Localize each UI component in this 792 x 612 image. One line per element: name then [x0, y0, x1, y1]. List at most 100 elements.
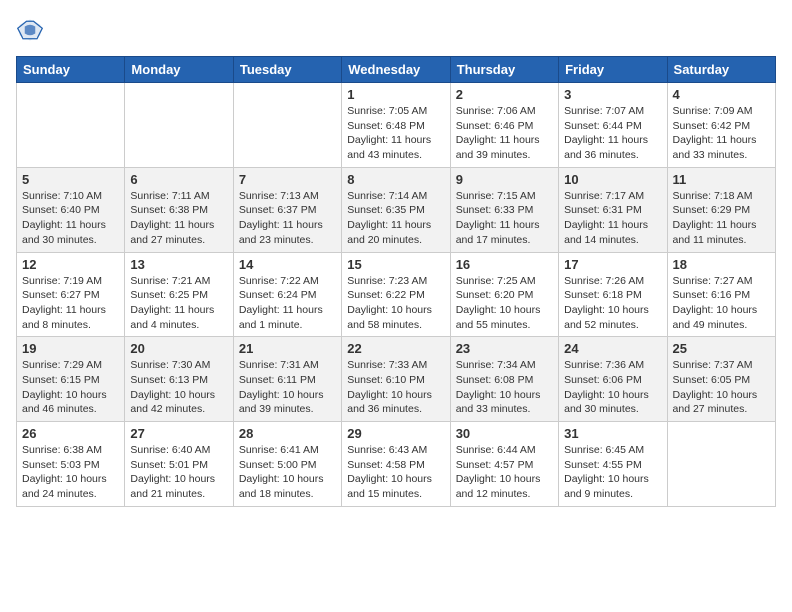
- day-info: Sunrise: 7:29 AM Sunset: 6:15 PM Dayligh…: [22, 358, 119, 417]
- weekday-header-sunday: Sunday: [17, 57, 125, 83]
- calendar-cell: 21 Sunrise: 7:31 AM Sunset: 6:11 PM Dayli…: [233, 337, 341, 422]
- day-info: Sunrise: 7:33 AM Sunset: 6:10 PM Dayligh…: [347, 358, 444, 417]
- calendar-cell: 20 Sunrise: 7:30 AM Sunset: 6:13 PM Dayli…: [125, 337, 233, 422]
- day-info: Sunrise: 7:06 AM Sunset: 6:46 PM Dayligh…: [456, 104, 553, 163]
- calendar-week-row: 26 Sunrise: 6:38 AM Sunset: 5:03 PM Dayli…: [17, 422, 776, 507]
- day-info: Sunrise: 7:14 AM Sunset: 6:35 PM Dayligh…: [347, 189, 444, 248]
- day-info: Sunrise: 7:37 AM Sunset: 6:05 PM Dayligh…: [673, 358, 770, 417]
- calendar-cell: 2 Sunrise: 7:06 AM Sunset: 6:46 PM Daylig…: [450, 83, 558, 168]
- day-info: Sunrise: 7:36 AM Sunset: 6:06 PM Dayligh…: [564, 358, 661, 417]
- weekday-header-wednesday: Wednesday: [342, 57, 450, 83]
- day-info: Sunrise: 7:34 AM Sunset: 6:08 PM Dayligh…: [456, 358, 553, 417]
- calendar-cell: 6 Sunrise: 7:11 AM Sunset: 6:38 PM Daylig…: [125, 167, 233, 252]
- calendar-cell: 3 Sunrise: 7:07 AM Sunset: 6:44 PM Daylig…: [559, 83, 667, 168]
- day-info: Sunrise: 7:30 AM Sunset: 6:13 PM Dayligh…: [130, 358, 227, 417]
- day-number: 26: [22, 426, 119, 441]
- day-info: Sunrise: 7:15 AM Sunset: 6:33 PM Dayligh…: [456, 189, 553, 248]
- weekday-header-row: SundayMondayTuesdayWednesdayThursdayFrid…: [17, 57, 776, 83]
- day-number: 13: [130, 257, 227, 272]
- calendar-cell: 31Sunrise: 6:45 AM Sunset: 4:55 PM Dayli…: [559, 422, 667, 507]
- day-number: 22: [347, 341, 444, 356]
- day-number: 17: [564, 257, 661, 272]
- day-number: 7: [239, 172, 336, 187]
- day-info: Sunrise: 6:41 AM Sunset: 5:00 PM Dayligh…: [239, 443, 336, 502]
- day-number: 15: [347, 257, 444, 272]
- calendar-cell: 30 Sunrise: 6:44 AM Sunset: 4:57 PM Dayli…: [450, 422, 558, 507]
- logo: [16, 16, 48, 44]
- calendar-cell: 15 Sunrise: 7:23 AM Sunset: 6:22 PM Dayli…: [342, 252, 450, 337]
- calendar-cell: 24 Sunrise: 7:36 AM Sunset: 6:06 PM Dayli…: [559, 337, 667, 422]
- day-number: 31: [564, 426, 661, 441]
- calendar-cell: 29Sunrise: 6:43 AM Sunset: 4:58 PM Dayli…: [342, 422, 450, 507]
- calendar-cell: [125, 83, 233, 168]
- day-number: 9: [456, 172, 553, 187]
- day-info: Sunrise: 7:25 AM Sunset: 6:20 PM Dayligh…: [456, 274, 553, 333]
- day-number: 6: [130, 172, 227, 187]
- day-number: 16: [456, 257, 553, 272]
- day-info: Sunrise: 7:10 AM Sunset: 6:40 PM Dayligh…: [22, 189, 119, 248]
- day-number: 5: [22, 172, 119, 187]
- calendar-cell: 23 Sunrise: 7:34 AM Sunset: 6:08 PM Dayli…: [450, 337, 558, 422]
- weekday-header-tuesday: Tuesday: [233, 57, 341, 83]
- day-number: 4: [673, 87, 770, 102]
- calendar-cell: 11 Sunrise: 7:18 AM Sunset: 6:29 PM Dayli…: [667, 167, 775, 252]
- weekday-header-friday: Friday: [559, 57, 667, 83]
- calendar-cell: 14 Sunrise: 7:22 AM Sunset: 6:24 PM Dayli…: [233, 252, 341, 337]
- calendar-cell: 4Sunrise: 7:09 AM Sunset: 6:42 PM Daylig…: [667, 83, 775, 168]
- day-info: Sunrise: 6:40 AM Sunset: 5:01 PM Dayligh…: [130, 443, 227, 502]
- calendar-cell: 26 Sunrise: 6:38 AM Sunset: 5:03 PM Dayli…: [17, 422, 125, 507]
- day-info: Sunrise: 7:26 AM Sunset: 6:18 PM Dayligh…: [564, 274, 661, 333]
- day-info: Sunrise: 7:19 AM Sunset: 6:27 PM Dayligh…: [22, 274, 119, 333]
- day-info: Sunrise: 7:13 AM Sunset: 6:37 PM Dayligh…: [239, 189, 336, 248]
- day-number: 3: [564, 87, 661, 102]
- weekday-header-thursday: Thursday: [450, 57, 558, 83]
- day-info: Sunrise: 6:44 AM Sunset: 4:57 PM Dayligh…: [456, 443, 553, 502]
- day-number: 27: [130, 426, 227, 441]
- calendar-cell: 10Sunrise: 7:17 AM Sunset: 6:31 PM Dayli…: [559, 167, 667, 252]
- page-header: [16, 16, 776, 44]
- day-number: 20: [130, 341, 227, 356]
- calendar-cell: 13 Sunrise: 7:21 AM Sunset: 6:25 PM Dayli…: [125, 252, 233, 337]
- calendar-table: SundayMondayTuesdayWednesdayThursdayFrid…: [16, 56, 776, 507]
- logo-icon: [16, 16, 44, 44]
- day-number: 19: [22, 341, 119, 356]
- day-number: 2: [456, 87, 553, 102]
- day-info: Sunrise: 7:21 AM Sunset: 6:25 PM Dayligh…: [130, 274, 227, 333]
- calendar-cell: 12 Sunrise: 7:19 AM Sunset: 6:27 PM Dayli…: [17, 252, 125, 337]
- calendar-cell: 28 Sunrise: 6:41 AM Sunset: 5:00 PM Dayli…: [233, 422, 341, 507]
- calendar-week-row: 5 Sunrise: 7:10 AM Sunset: 6:40 PM Daylig…: [17, 167, 776, 252]
- calendar-cell: [667, 422, 775, 507]
- calendar-cell: 9 Sunrise: 7:15 AM Sunset: 6:33 PM Daylig…: [450, 167, 558, 252]
- weekday-header-saturday: Saturday: [667, 57, 775, 83]
- day-number: 11: [673, 172, 770, 187]
- calendar-week-row: 19 Sunrise: 7:29 AM Sunset: 6:15 PM Dayli…: [17, 337, 776, 422]
- day-info: Sunrise: 7:22 AM Sunset: 6:24 PM Dayligh…: [239, 274, 336, 333]
- calendar-cell: 27 Sunrise: 6:40 AM Sunset: 5:01 PM Dayli…: [125, 422, 233, 507]
- calendar-cell: 17 Sunrise: 7:26 AM Sunset: 6:18 PM Dayli…: [559, 252, 667, 337]
- weekday-header-monday: Monday: [125, 57, 233, 83]
- day-info: Sunrise: 6:38 AM Sunset: 5:03 PM Dayligh…: [22, 443, 119, 502]
- day-info: Sunrise: 6:43 AM Sunset: 4:58 PM Dayligh…: [347, 443, 444, 502]
- day-number: 30: [456, 426, 553, 441]
- day-number: 24: [564, 341, 661, 356]
- calendar-cell: 1 Sunrise: 7:05 AM Sunset: 6:48 PM Daylig…: [342, 83, 450, 168]
- calendar-cell: 8Sunrise: 7:14 AM Sunset: 6:35 PM Daylig…: [342, 167, 450, 252]
- calendar-cell: [233, 83, 341, 168]
- day-number: 14: [239, 257, 336, 272]
- day-number: 1: [347, 87, 444, 102]
- day-number: 12: [22, 257, 119, 272]
- calendar-cell: 7 Sunrise: 7:13 AM Sunset: 6:37 PM Daylig…: [233, 167, 341, 252]
- day-info: Sunrise: 7:11 AM Sunset: 6:38 PM Dayligh…: [130, 189, 227, 248]
- day-info: Sunrise: 7:23 AM Sunset: 6:22 PM Dayligh…: [347, 274, 444, 333]
- day-number: 10: [564, 172, 661, 187]
- day-info: Sunrise: 7:18 AM Sunset: 6:29 PM Dayligh…: [673, 189, 770, 248]
- day-number: 23: [456, 341, 553, 356]
- day-number: 21: [239, 341, 336, 356]
- day-number: 28: [239, 426, 336, 441]
- day-info: Sunrise: 7:05 AM Sunset: 6:48 PM Dayligh…: [347, 104, 444, 163]
- calendar-cell: 5 Sunrise: 7:10 AM Sunset: 6:40 PM Daylig…: [17, 167, 125, 252]
- day-info: Sunrise: 7:31 AM Sunset: 6:11 PM Dayligh…: [239, 358, 336, 417]
- day-info: Sunrise: 7:07 AM Sunset: 6:44 PM Dayligh…: [564, 104, 661, 163]
- calendar-cell: 16 Sunrise: 7:25 AM Sunset: 6:20 PM Dayli…: [450, 252, 558, 337]
- calendar-week-row: 1 Sunrise: 7:05 AM Sunset: 6:48 PM Daylig…: [17, 83, 776, 168]
